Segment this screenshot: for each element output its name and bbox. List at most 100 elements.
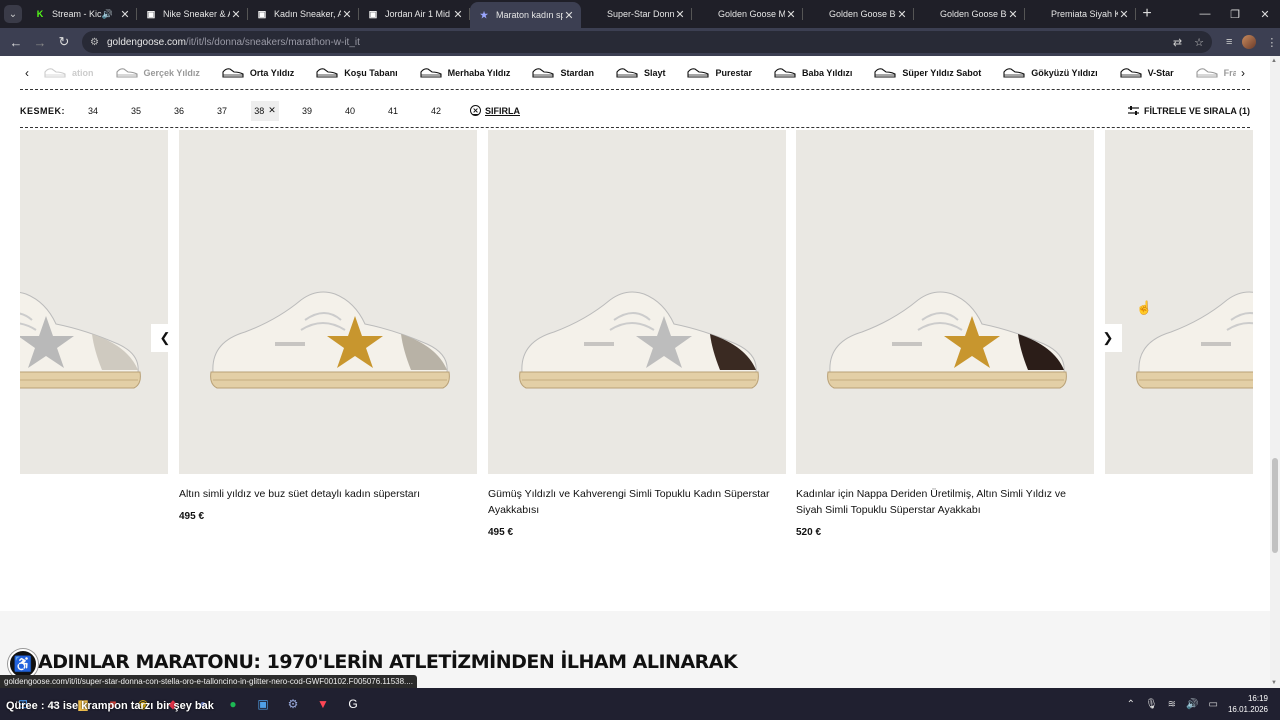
tab-close-icon[interactable]: ✕ — [452, 8, 464, 21]
back-button[interactable]: ← — [4, 35, 28, 50]
product-name[interactable]: Altın simli yıldız ve buz süet detaylı k… — [179, 486, 477, 502]
model-nav-item[interactable]: Koşu Tabanı — [316, 67, 398, 78]
product-card-info[interactable]: Altın simli yıldız ve buz süet detaylı k… — [179, 486, 477, 522]
carousel-prev-button[interactable]: ❮ — [151, 324, 179, 352]
speaker-icon[interactable]: 🔊 — [102, 9, 113, 20]
forward-button[interactable]: → — [28, 35, 52, 50]
browser-tab[interactable]: K Stream - Kick 🔊 ✕ — [26, 0, 137, 28]
model-nav-item[interactable]: Merhaba Yıldız — [420, 67, 510, 78]
size-option[interactable]: 42 — [415, 101, 457, 121]
address-bar[interactable]: ⚙ goldengoose.com/it/it/ls/donna/sneaker… — [82, 31, 1212, 53]
product-name[interactable]: Kadınlar için Nappa Deriden Üretilmiş, A… — [796, 486, 1094, 518]
chevron-left-icon[interactable]: ‹ — [20, 66, 34, 80]
scroll-down-icon[interactable]: ▼ — [1271, 680, 1277, 686]
sneaker-illustration — [1136, 291, 1253, 389]
filter-sort-button[interactable]: FİLTRELE VE SIRALA (1) — [1127, 106, 1250, 116]
size-list: 34 35 36 37 38 ✕ 39 40 41 42 — [72, 100, 458, 121]
tab-close-icon[interactable]: ✕ — [785, 8, 797, 21]
model-nav-item[interactable]: V-Star — [1120, 67, 1174, 78]
product-image[interactable] — [796, 130, 1094, 474]
browser-tab[interactable]: ▣ Nike Sneaker & A ✕ — [137, 0, 248, 28]
browser-tab[interactable]: Golden Goose Be ✕ — [803, 0, 914, 28]
model-nav-item[interactable]: Gerçek Yıldız — [115, 67, 200, 78]
browser-toolbar: ← → ↻ ⚙ goldengoose.com/it/it/ls/donna/s… — [0, 28, 1280, 56]
minimize-button[interactable]: — — [1190, 8, 1220, 21]
media-controls-icon[interactable]: ≡ — [1226, 36, 1232, 48]
battery-icon[interactable]: ▭ — [1209, 699, 1218, 710]
new-tab-button[interactable]: + — [1136, 5, 1158, 23]
browser-tab[interactable]: ▣ Kadın Sneaker, Ay ✕ — [248, 0, 359, 28]
product-image[interactable] — [1105, 130, 1253, 474]
tab-search-button[interactable]: ⌄ — [0, 0, 26, 28]
size-option[interactable]: 36 — [158, 101, 200, 121]
scroll-up-icon[interactable]: ▲ — [1271, 58, 1277, 64]
chevron-right-icon[interactable]: › — [1236, 66, 1250, 80]
model-nav-item[interactable]: Orta Yıldız — [222, 67, 294, 78]
browser-tab[interactable]: ▣ Jordan Air 1 Mid ✕ — [359, 0, 470, 28]
browser-menu-icon[interactable]: ⋮ — [1266, 36, 1277, 49]
game-app-icon[interactable]: ⚙ — [278, 690, 308, 718]
browser-tab[interactable]: ★ Maraton kadın sp ✕ — [470, 2, 581, 28]
browser-tab[interactable]: Golden Goose Be ✕ — [914, 0, 1025, 28]
carousel-next-button[interactable]: ❯ — [1094, 324, 1122, 352]
reset-filters-button[interactable]: ✕ SIFIRLA — [470, 105, 520, 116]
photos-icon[interactable]: ▣ — [248, 690, 278, 718]
clock[interactable]: 16:19 16.01.2026 — [1228, 693, 1268, 715]
size-option[interactable]: 34 — [72, 101, 114, 121]
chevron-down-icon: ⌄ — [4, 5, 22, 23]
tab-close-icon[interactable]: ✕ — [1118, 8, 1130, 21]
tab-title: Premiata Siyah Ka — [1051, 9, 1118, 19]
product-image[interactable] — [488, 130, 786, 474]
scrollbar-thumb[interactable] — [1272, 458, 1278, 553]
close-window-button[interactable]: ✕ — [1250, 8, 1280, 21]
spotify-icon[interactable]: ● — [218, 690, 248, 718]
profile-avatar[interactable] — [1242, 35, 1257, 49]
size-option[interactable]: 41 — [372, 101, 414, 121]
size-option[interactable]: 37 — [201, 101, 243, 121]
product-name[interactable]: Gümüş Yıldızlı ve Kahverengi Simli Topuk… — [488, 486, 786, 518]
size-option[interactable]: 40 — [329, 101, 371, 121]
translate-icon[interactable]: ⇄ — [1173, 36, 1182, 49]
size-option[interactable]: 35 — [115, 101, 157, 121]
tab-close-icon[interactable]: ✕ — [896, 8, 908, 21]
app-g-icon[interactable]: G — [338, 690, 368, 718]
browser-tab[interactable]: Premiata Siyah Ka✕ — [1025, 0, 1136, 28]
bookmark-star-icon[interactable]: ☆ — [1194, 36, 1204, 49]
reload-button[interactable]: ↻ — [52, 34, 76, 50]
browser-tab[interactable]: Super-Star Donna ✕ — [581, 0, 692, 28]
tab-close-icon[interactable]: ✕ — [341, 8, 353, 21]
microphone-icon[interactable]: 🎙 — [1145, 699, 1158, 710]
model-nav-item[interactable]: ation — [44, 67, 94, 78]
wifi-icon[interactable]: ≋ — [1168, 699, 1176, 710]
model-nav-item[interactable]: Baba Yıldızı — [774, 67, 852, 78]
site-info-icon[interactable]: ⚙ — [90, 37, 99, 48]
valorant-icon[interactable]: ▼ — [308, 690, 338, 718]
model-nav-item[interactable]: Slayt — [616, 67, 666, 78]
model-nav-item[interactable]: Stardan — [532, 67, 594, 78]
model-nav-label: Slayt — [643, 67, 666, 78]
model-nav-item[interactable]: Süper Yıldız Sabot — [874, 67, 981, 78]
browser-tab[interactable]: Golden Goose Ma ✕ — [692, 0, 803, 28]
model-nav-item[interactable]: Francy — [1196, 67, 1236, 78]
windows-taskbar: ⊞ ○ ▆ ■ ◉ ◆ ● ● ▣ ⚙ ▼ G Qüree : 43 ise k… — [0, 688, 1280, 720]
size-option[interactable]: 39 — [286, 101, 328, 121]
model-nav-item[interactable]: Purestar — [687, 67, 752, 78]
product-card-info[interactable]: Kadınlar için Nappa Deriden Üretilmiş, A… — [796, 486, 1094, 538]
model-nav-item[interactable]: Gökyüzü Yıldızı — [1003, 67, 1098, 78]
tab-close-icon[interactable]: ✕ — [1007, 8, 1019, 21]
tab-close-icon[interactable]: ✕ — [119, 8, 131, 21]
restore-button[interactable]: ❐ — [1220, 8, 1250, 21]
tab-close-icon[interactable]: ✕ — [230, 8, 242, 21]
sneaker-icon — [222, 68, 244, 78]
tray-chevron-up-icon[interactable]: ⌃ — [1127, 699, 1135, 710]
product-image[interactable] — [179, 130, 477, 474]
page-scrollbar[interactable]: ▲ ▼ — [1270, 56, 1280, 688]
size-option-selected[interactable]: 38 ✕ — [251, 100, 279, 121]
remove-filter-icon[interactable]: ✕ — [268, 105, 276, 116]
product-price: 495 € — [179, 511, 205, 522]
product-image[interactable] — [20, 130, 168, 474]
tab-close-icon[interactable]: ✕ — [674, 8, 686, 21]
tab-close-icon[interactable]: ✕ — [563, 9, 575, 22]
product-card-info[interactable]: Gümüş Yıldızlı ve Kahverengi Simli Topuk… — [488, 486, 786, 538]
volume-icon[interactable]: 🔊 — [1186, 699, 1198, 710]
